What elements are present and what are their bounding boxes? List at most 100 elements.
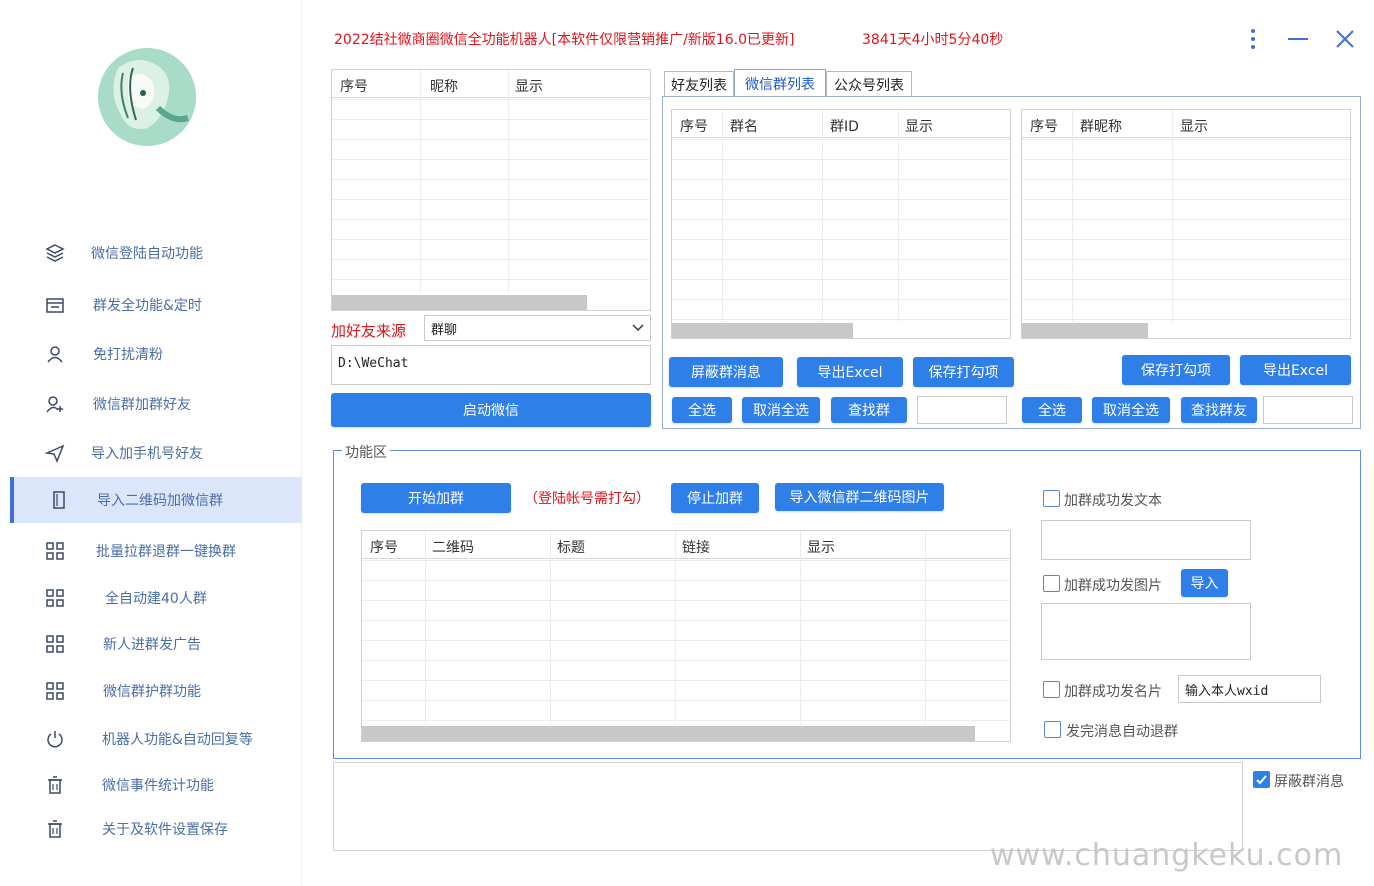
deselect-all-groups-button[interactable]: 取消全选 xyxy=(742,397,820,423)
phone-icon xyxy=(48,489,70,511)
sidebar-item-10[interactable]: 机器人功能&自动回复等 xyxy=(10,716,302,762)
sidebar-item-7[interactable]: 全自动建40人群 xyxy=(10,575,302,621)
table-body xyxy=(362,560,1010,725)
sidebar-item-label: 新人进群发广告 xyxy=(103,637,201,653)
col-index: 序号 xyxy=(340,79,368,95)
sidebar-item-0[interactable]: 微信登陆自动功能 xyxy=(10,230,302,276)
sidebar-item-label: 导入二维码加微信群 xyxy=(97,493,223,509)
group-list-table[interactable]: 序号 群名 群ID 显示 xyxy=(671,109,1011,339)
sidebar-item-label: 微信群加群好友 xyxy=(93,397,191,413)
sidebar-item-12[interactable]: 关于及软件设置保存 xyxy=(10,806,302,852)
more-menu-icon[interactable] xyxy=(1238,24,1268,54)
sidebar-item-label: 微信登陆自动功能 xyxy=(91,246,203,262)
sidebar-item-label: 批量拉群退群一键换群 xyxy=(96,544,236,560)
power-icon xyxy=(44,728,66,750)
sidebar-item-label: 群发全功能&定时 xyxy=(93,298,202,314)
col-display: 显示 xyxy=(1180,119,1208,135)
group-member-table[interactable]: 序号 群昵称 显示 xyxy=(1021,109,1351,339)
sidebar-item-3[interactable]: 微信群加群好友 xyxy=(10,381,302,427)
import-qr-images-button[interactable]: 导入微信群二维码图片 xyxy=(775,483,944,511)
sidebar-item-2[interactable]: 免打扰清粉 xyxy=(10,331,302,377)
sidebar-item-5[interactable]: 导入二维码加微信群 xyxy=(10,477,302,523)
table-header: 序号 二维码 标题 链接 显示 xyxy=(362,531,1010,559)
col-qr-code: 二维码 xyxy=(432,540,474,556)
block-group-msg-checkbox[interactable] xyxy=(1253,771,1270,788)
find-member-input[interactable] xyxy=(1263,396,1353,424)
deselect-all-members-button[interactable]: 取消全选 xyxy=(1092,397,1170,423)
find-group-input[interactable] xyxy=(917,396,1007,424)
block-group-msg-label: 屏蔽群消息 xyxy=(1274,774,1344,790)
select-all-members-button[interactable]: 全选 xyxy=(1022,397,1082,423)
send-card-label: 加群成功发名片 xyxy=(1064,684,1162,700)
table-header: 序号 昵称 显示 xyxy=(332,70,650,98)
col-display: 显示 xyxy=(905,119,933,135)
qr-code-table[interactable]: 序号 二维码 标题 链接 显示 xyxy=(361,530,1011,742)
tab-friends[interactable]: 好友列表 xyxy=(664,71,734,97)
sidebar-item-label: 免打扰清粉 xyxy=(93,347,163,363)
stop-join-group-button[interactable]: 停止加群 xyxy=(671,483,759,513)
sidebar-item-4[interactable]: 导入加手机号好友 xyxy=(10,430,302,476)
tab-groups[interactable]: 微信群列表 xyxy=(734,69,826,97)
function-area-title: 功能区 xyxy=(342,442,390,462)
friend-source-value: 群聊 xyxy=(431,323,458,338)
send-card-checkbox[interactable] xyxy=(1043,681,1060,698)
grid-icon xyxy=(44,540,66,562)
col-display: 显示 xyxy=(807,540,835,556)
grid-icon xyxy=(44,587,66,609)
block-group-msg-button[interactable]: 屏蔽群消息 xyxy=(669,357,783,387)
watermark: www.chuangkeku.com xyxy=(990,838,1344,873)
start-join-group-button[interactable]: 开始加群 xyxy=(361,483,511,513)
col-link: 链接 xyxy=(682,540,710,556)
send-text-checkbox[interactable] xyxy=(1043,490,1060,507)
select-all-groups-button[interactable]: 全选 xyxy=(672,397,732,423)
sidebar-item-11[interactable]: 微信事件统计功能 xyxy=(10,762,302,808)
import-image-button[interactable]: 导入 xyxy=(1181,569,1228,597)
col-display: 显示 xyxy=(515,79,543,95)
sidebar-item-9[interactable]: 微信群护群功能 xyxy=(10,668,302,714)
col-index: 序号 xyxy=(1030,119,1058,135)
col-title: 标题 xyxy=(557,540,585,556)
tab-official-accounts[interactable]: 公众号列表 xyxy=(826,71,912,97)
horizontal-scrollbar[interactable] xyxy=(362,726,975,741)
find-member-button[interactable]: 查找群友 xyxy=(1181,397,1257,423)
save-members-checked-button[interactable]: 保存打勾项 xyxy=(1122,355,1230,385)
horizontal-scrollbar[interactable] xyxy=(1022,323,1148,338)
export-groups-excel-button[interactable]: 导出Excel xyxy=(797,357,903,387)
sidebar-item-1[interactable]: 群发全功能&定时 xyxy=(10,282,302,328)
save-groups-checked-button[interactable]: 保存打勾项 xyxy=(913,357,1014,387)
friend-source-select[interactable]: 群聊 xyxy=(424,315,651,341)
horizontal-scrollbar[interactable] xyxy=(332,295,587,310)
horizontal-scrollbar[interactable] xyxy=(672,323,853,338)
folder-icon xyxy=(44,294,66,316)
user-avatar[interactable] xyxy=(98,48,196,146)
user-icon xyxy=(44,343,66,365)
sidebar-item-6[interactable]: 批量拉群退群一键换群 xyxy=(10,528,302,574)
trash-icon xyxy=(44,818,66,840)
auto-quit-label: 发完消息自动退群 xyxy=(1066,724,1178,740)
send-image-checkbox[interactable] xyxy=(1043,575,1060,592)
send-text-field[interactable] xyxy=(1041,520,1251,560)
check-icon xyxy=(1256,775,1267,785)
sidebar-item-8[interactable]: 新人进群发广告 xyxy=(10,621,302,667)
col-index: 序号 xyxy=(370,540,398,556)
export-members-excel-button[interactable]: 导出Excel xyxy=(1240,355,1351,385)
chevron-down-icon xyxy=(632,324,644,332)
col-group-id: 群ID xyxy=(830,119,859,135)
sidebar-item-label: 全自动建40人群 xyxy=(105,591,207,607)
friend-source-table[interactable]: 序号 昵称 显示 xyxy=(331,69,651,311)
close-icon[interactable] xyxy=(1330,24,1360,54)
grid-icon xyxy=(44,633,66,655)
send-text-label: 加群成功发文本 xyxy=(1064,493,1162,509)
minimize-icon[interactable] xyxy=(1284,24,1314,54)
table-body xyxy=(332,99,650,294)
friend-source-label: 加好友来源 xyxy=(331,322,407,340)
start-wechat-button[interactable]: 启动微信 xyxy=(331,393,651,427)
sidebar-item-label: 微信事件统计功能 xyxy=(102,778,214,794)
find-group-button[interactable]: 查找群 xyxy=(831,397,907,423)
wechat-path-field[interactable]: D:\WeChat xyxy=(331,345,651,385)
wxid-input[interactable]: 输入本人wxid xyxy=(1178,675,1321,703)
send-image-field[interactable] xyxy=(1041,603,1251,660)
auto-quit-checkbox[interactable] xyxy=(1044,721,1061,738)
col-group-name: 群名 xyxy=(730,119,758,135)
col-index: 序号 xyxy=(680,119,708,135)
